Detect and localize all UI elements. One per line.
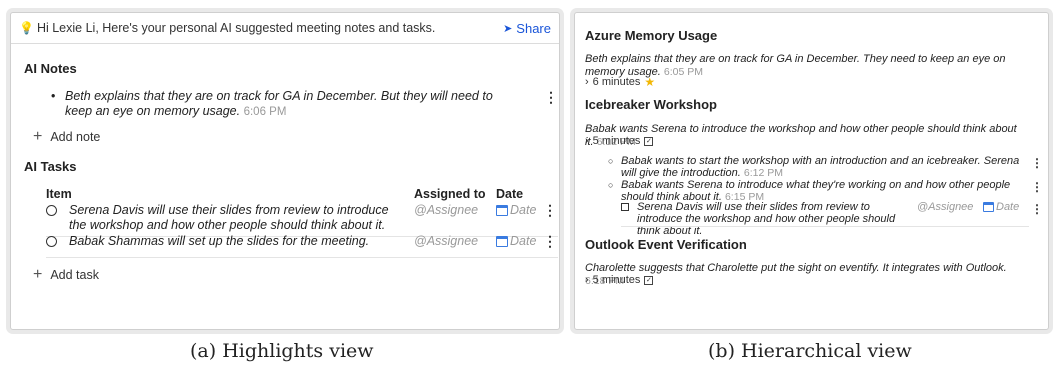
ai-tasks-heading: AI Tasks (24, 159, 77, 174)
calendar-icon (496, 205, 508, 216)
add-note-button[interactable]: + Add note (33, 128, 100, 146)
task-text: Serena Davis will use their slides from … (637, 201, 896, 237)
circle-bullet-icon: ○ (608, 180, 614, 190)
task-complete-radio[interactable] (46, 205, 57, 216)
date-field[interactable]: Date (496, 203, 536, 218)
checkbox-icon: ✓ (644, 136, 654, 146)
subpoint-time: 6:12 PM (743, 167, 784, 179)
highlights-header: 💡 Hi Lexie Li, Here's your personal AI s… (11, 13, 559, 44)
subpoint-more-options-icon[interactable]: ⋮ (1031, 180, 1043, 194)
hierarchical-panel: Azure Memory Usage Beth explains that th… (574, 12, 1049, 330)
add-task-label: Add task (50, 268, 99, 282)
date-label: Date (510, 203, 537, 217)
assignee-field[interactable]: @Assignee (414, 234, 478, 249)
topic-duration-toggle[interactable]: › 5 minutes ✓ (585, 274, 654, 286)
ai-notes-heading: AI Notes (24, 61, 77, 76)
share-label: Share (516, 20, 551, 36)
task-more-options-icon[interactable]: ⋮ (543, 234, 557, 249)
note-time: 6:06 PM (243, 106, 287, 118)
column-header-assigned: Assigned to (414, 187, 486, 201)
calendar-icon (496, 236, 508, 247)
star-icon[interactable]: ★ (644, 75, 655, 89)
share-arrow-icon: ➤ (503, 22, 513, 35)
calendar-icon (983, 202, 994, 212)
checkbox-icon: ✓ (644, 275, 654, 285)
bullet: • (51, 89, 56, 103)
column-header-item: Item (46, 187, 72, 201)
task-row: Serena Davis will use their slides from … (46, 203, 558, 237)
topic-title: Azure Memory Usage (585, 28, 718, 43)
date-label: Date (996, 201, 1020, 213)
task-more-options-icon[interactable]: ⋮ (543, 203, 557, 218)
plus-icon: + (33, 128, 43, 145)
subpoint-item: ○ Babak wants Serena to introduce what t… (608, 179, 1011, 203)
circle-bullet-icon: ○ (608, 156, 614, 166)
note-text: Beth explains that they are on track for… (65, 89, 493, 118)
task-more-options-icon[interactable]: ⋮ (1031, 202, 1043, 216)
topic-title: Outlook Event Verification (585, 237, 747, 252)
divider (621, 226, 1029, 227)
hierarchical-task-row: Serena Davis will use their slides from … (621, 201, 1031, 237)
task-text: Serena Davis will use their slides from … (69, 203, 389, 232)
topic-duration-toggle[interactable]: › 5 minutes ✓ (585, 135, 654, 147)
add-task-button[interactable]: + Add task (33, 266, 99, 284)
duration-label: 6 minutes (592, 76, 641, 88)
duration-label: 5 minutes (592, 135, 641, 147)
assignee-field[interactable]: @Assignee (414, 203, 478, 218)
caption-highlights-view: (a) Highlights view (190, 340, 374, 362)
share-button[interactable]: ➤ Share (503, 21, 551, 36)
lightbulb-icon: 💡 (19, 21, 34, 35)
note-more-options-icon[interactable]: ⋮ (544, 89, 558, 106)
date-field[interactable]: Date (496, 234, 536, 249)
subpoint-item: ○ Babak wants to start the workshop with… (608, 155, 1020, 179)
topic-time: 6:05 PM (663, 66, 703, 78)
chevron-right-icon: › (585, 135, 589, 147)
assignee-field[interactable]: @Assignee (917, 201, 973, 213)
subpoint-more-options-icon[interactable]: ⋮ (1031, 156, 1043, 170)
column-header-date: Date (496, 187, 524, 201)
task-row: Babak Shammas will set up the slides for… (46, 234, 558, 258)
add-note-label: Add note (50, 130, 101, 144)
plus-icon: + (33, 266, 43, 283)
duration-label: 5 minutes (592, 274, 641, 286)
topic-title: Icebreaker Workshop (585, 97, 717, 112)
topic-duration-toggle[interactable]: › 6 minutes ★ (585, 75, 655, 89)
highlights-panel: 💡 Hi Lexie Li, Here's your personal AI s… (10, 12, 560, 330)
greeting-text: Hi Lexie Li, Here's your personal AI sug… (36, 21, 436, 35)
task-text: Babak Shammas will set up the slides for… (69, 234, 370, 248)
date-label: Date (510, 234, 537, 248)
chevron-right-icon: › (585, 274, 589, 286)
chevron-right-icon: › (585, 76, 589, 88)
caption-hierarchical-view: (b) Hierarchical view (708, 340, 912, 362)
task-complete-radio[interactable] (46, 236, 57, 247)
date-field[interactable]: Date (983, 201, 1019, 213)
task-checkbox[interactable] (621, 203, 629, 211)
note-item: • Beth explains that they are on track f… (51, 89, 551, 120)
